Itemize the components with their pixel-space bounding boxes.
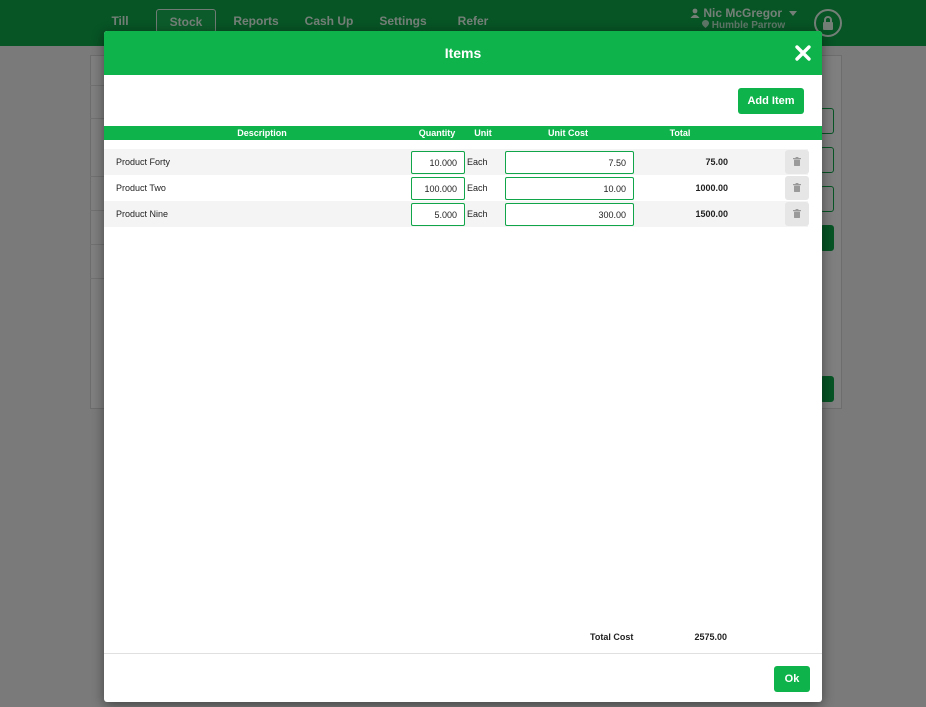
column-header-total: Total: [669, 128, 691, 138]
quantity-input[interactable]: [411, 203, 465, 226]
items-modal: Items Add Item Description Quantity Unit…: [104, 31, 822, 702]
item-total: 1000.00: [695, 183, 728, 193]
delete-row-button[interactable]: [785, 176, 809, 200]
delete-row-button[interactable]: [785, 150, 809, 174]
trash-icon: [793, 209, 801, 218]
modal-header: Items: [104, 31, 822, 75]
item-total: 75.00: [705, 157, 728, 167]
total-cost-value: 2575.00: [694, 632, 727, 642]
item-description: Product Nine: [116, 209, 169, 219]
column-header-unit-cost: Unit Cost: [548, 128, 588, 138]
column-header-description: Description: [237, 128, 287, 138]
quantity-input[interactable]: [411, 177, 465, 200]
quantity-input[interactable]: [411, 151, 465, 174]
unit-cost-input[interactable]: [505, 151, 634, 174]
table-row: Product Nine Each 1500.00: [104, 201, 809, 227]
modal-title: Items: [444, 45, 482, 61]
unit-cost-input[interactable]: [505, 203, 634, 226]
item-unit: Each: [467, 183, 488, 193]
item-total: 1500.00: [695, 209, 728, 219]
modal-footer: Ok: [104, 653, 822, 702]
item-unit: Each: [467, 157, 488, 167]
total-cost-label: Total Cost: [590, 632, 634, 642]
table-row: Product Forty Each 75.00: [104, 149, 809, 175]
ok-button[interactable]: Ok: [774, 666, 810, 692]
add-item-button[interactable]: Add Item: [738, 88, 804, 114]
column-header-unit: Unit: [474, 128, 492, 138]
trash-icon: [793, 183, 801, 192]
item-description: Product Forty: [116, 157, 171, 167]
delete-row-button[interactable]: [785, 202, 809, 226]
item-description: Product Two: [116, 183, 166, 193]
close-icon[interactable]: [794, 44, 812, 62]
items-table-header: Description Quantity Unit Unit Cost Tota…: [104, 126, 822, 140]
table-row: Product Two Each 1000.00: [104, 175, 809, 201]
item-unit: Each: [467, 209, 488, 219]
unit-cost-input[interactable]: [505, 177, 634, 200]
trash-icon: [793, 157, 801, 166]
column-header-quantity: Quantity: [418, 128, 456, 138]
